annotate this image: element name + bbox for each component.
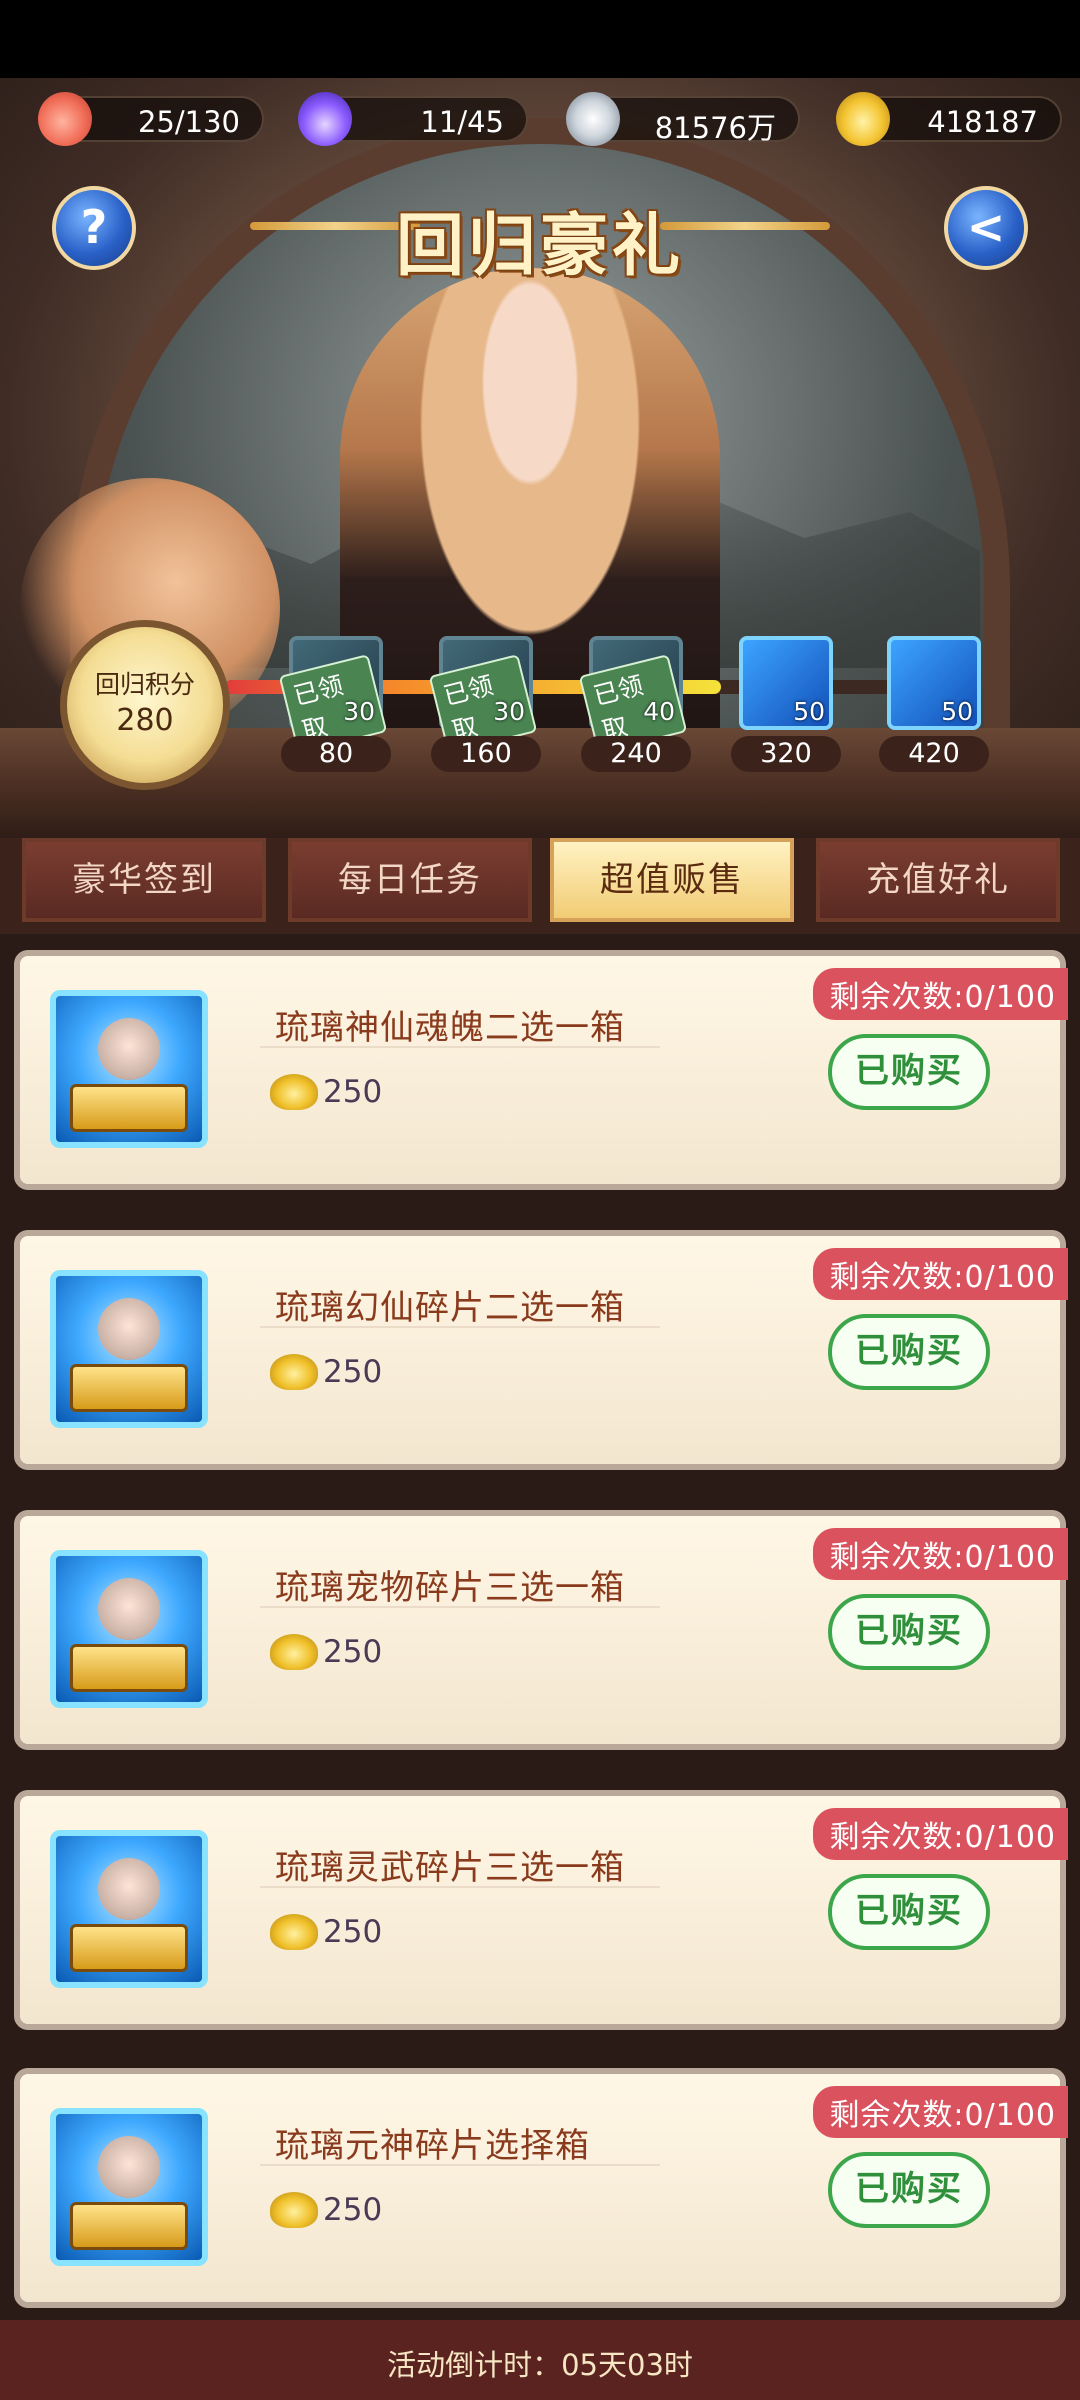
reward-count: 30 — [493, 697, 525, 726]
reward-count: 30 — [343, 697, 375, 726]
portrait — [98, 1858, 160, 1920]
countdown-bar: 活动倒计时：05天03时 — [0, 2320, 1080, 2400]
help-button[interactable]: ? — [52, 186, 136, 270]
item-name: 琉璃神仙魂魄二选一箱 — [275, 1008, 625, 1048]
milestone-reward-420[interactable]: 50 — [887, 636, 981, 730]
chest — [70, 1644, 188, 1692]
tab-value-sale[interactable]: 超值贩售 — [550, 838, 794, 922]
tab-recharge-gifts[interactable]: 充值好礼 — [816, 838, 1060, 922]
spirit-flame-icon — [298, 92, 352, 146]
treasure-chest-icon[interactable] — [50, 1550, 208, 1708]
milestone-threshold: 420 — [879, 736, 989, 772]
milestone-threshold: 320 — [731, 736, 841, 772]
list-item: 琉璃神仙魂魄二选一箱 250 剩余次数:0/100 已购买 — [14, 950, 1068, 1190]
list-item: 琉璃元神碎片选择箱 250 剩余次数:0/100 已购买 — [14, 2068, 1068, 2308]
treasure-chest-icon[interactable] — [50, 1270, 208, 1428]
chest — [70, 1364, 188, 1412]
copper-coin-icon — [566, 92, 620, 146]
gold-ingot-icon — [270, 2192, 318, 2228]
event-countdown: 活动倒计时：05天03时 — [387, 2348, 693, 2382]
purchased-button[interactable]: 已购买 — [828, 2152, 990, 2228]
page-title: 回归豪礼 — [395, 207, 684, 286]
purchased-button[interactable]: 已购买 — [828, 1314, 990, 1390]
remaining-badge: 剩余次数:0/100 — [813, 1808, 1068, 1860]
treasure-chest-icon[interactable] — [50, 1830, 208, 1988]
chest — [70, 1924, 188, 1972]
title-banner: 回归豪礼 — [250, 178, 830, 286]
resource-value: 11/45 — [420, 105, 504, 139]
resource-value: 25/130 — [137, 105, 240, 139]
resource-value: 418187 — [927, 105, 1038, 139]
resource-peach[interactable]: 25/130 — [38, 92, 264, 146]
remaining-badge: 剩余次数:0/100 — [813, 1248, 1068, 1300]
divider — [260, 1606, 660, 1608]
purchased-button[interactable]: 已购买 — [828, 1034, 990, 1110]
treasure-chest-icon[interactable] — [50, 990, 208, 1148]
portrait — [98, 1298, 160, 1360]
portrait — [98, 2136, 160, 2198]
remaining-badge: 剩余次数:0/100 — [813, 2086, 1068, 2138]
reward-count: 50 — [941, 697, 973, 726]
peach-icon — [38, 92, 92, 146]
return-points-badge: 回归积分 280 — [60, 620, 230, 790]
treasure-chest-icon[interactable] — [50, 2108, 208, 2266]
list-item: 琉璃宠物碎片三选一箱 250 剩余次数:0/100 已购买 — [14, 1510, 1068, 1750]
gold-ingot-icon — [270, 1074, 318, 1110]
list-item: 琉璃灵武碎片三选一箱 250 剩余次数:0/100 已购买 — [14, 1790, 1068, 2030]
reward-count: 50 — [793, 697, 825, 726]
portrait — [98, 1578, 160, 1640]
remaining-badge: 剩余次数:0/100 — [813, 1528, 1068, 1580]
purchased-button[interactable]: 已购买 — [828, 1874, 990, 1950]
milestone-reward-80[interactable]: 已领取 30 — [278, 636, 388, 754]
portrait — [98, 1018, 160, 1080]
item-price: 250 — [323, 1634, 383, 1670]
tab-daily-tasks[interactable]: 每日任务 — [288, 838, 532, 922]
item-name: 琉璃宠物碎片三选一箱 — [275, 1568, 625, 1608]
status-bar — [0, 0, 1080, 78]
gold-ingot-icon — [270, 1914, 318, 1950]
remaining-badge: 剩余次数:0/100 — [813, 968, 1068, 1020]
points-label: 回归积分 — [94, 670, 195, 699]
question-icon: ? — [80, 200, 108, 254]
divider — [260, 2164, 660, 2166]
milestone-reward-320[interactable]: 50 — [739, 636, 833, 730]
resource-copper[interactable]: 81576万 — [566, 92, 800, 146]
milestone-reward-160[interactable]: 已领取 30 — [428, 636, 538, 754]
back-arrow-icon: < — [966, 200, 1006, 254]
divider — [260, 1886, 660, 1888]
list-item: 琉璃幻仙碎片二选一箱 250 剩余次数:0/100 已购买 — [14, 1230, 1068, 1470]
tab-deluxe-signin[interactable]: 豪华签到 — [22, 838, 266, 922]
points-value: 280 — [116, 703, 174, 738]
resource-spirit[interactable]: 11/45 — [298, 92, 528, 146]
divider — [260, 1326, 660, 1328]
item-name: 琉璃幻仙碎片二选一箱 — [275, 1288, 625, 1328]
item-name: 琉璃元神碎片选择箱 — [275, 2126, 590, 2166]
chest — [70, 1084, 188, 1132]
gold-ingot-icon — [270, 1634, 318, 1670]
item-price: 250 — [323, 2192, 383, 2228]
gold-ingot-icon — [270, 1354, 318, 1390]
item-price: 250 — [323, 1914, 383, 1950]
purchased-button[interactable]: 已购买 — [828, 1594, 990, 1670]
item-price: 250 — [323, 1074, 383, 1110]
resource-gold[interactable]: 418187 — [836, 92, 1062, 146]
milestone-threshold: 240 — [581, 736, 691, 772]
reward-count: 40 — [643, 697, 675, 726]
divider — [260, 1046, 660, 1048]
item-price: 250 — [323, 1354, 383, 1390]
milestone-threshold: 80 — [281, 736, 391, 772]
milestone-reward-240[interactable]: 已领取 40 — [578, 636, 688, 754]
resource-value: 81576万 — [654, 111, 776, 145]
milestone-threshold: 160 — [431, 736, 541, 772]
chest — [70, 2202, 188, 2250]
item-name: 琉璃灵武碎片三选一箱 — [275, 1848, 625, 1888]
back-button[interactable]: < — [944, 186, 1028, 270]
gold-ingot-icon — [836, 92, 890, 146]
